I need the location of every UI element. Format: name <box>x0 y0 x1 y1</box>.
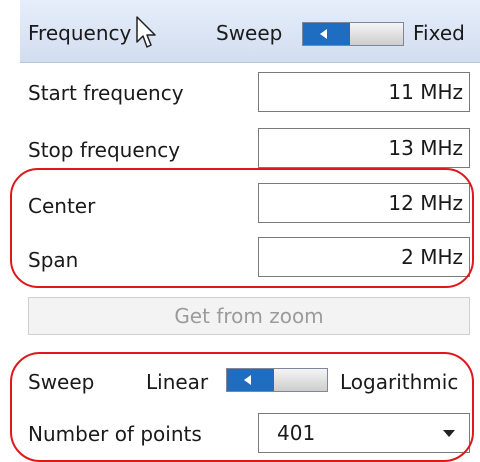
center-label: Center <box>28 194 96 218</box>
toggle-left-arrow-icon <box>227 369 274 391</box>
toggle-knob <box>274 369 327 391</box>
start-frequency-label: Start frequency <box>28 81 184 105</box>
span-input[interactable]: 2 MHz <box>258 237 470 277</box>
start-frequency-input[interactable]: 11 MHz <box>258 72 470 112</box>
sweep-logarithmic-label: Logarithmic <box>340 370 459 394</box>
frequency-title: Frequency <box>28 21 132 45</box>
frequency-header: Frequency Sweep Fixed <box>20 0 480 63</box>
sweep-type-toggle[interactable] <box>226 368 328 392</box>
frequency-mode-fixed-label: Fixed <box>413 21 465 45</box>
frequency-mode-toggle[interactable] <box>302 22 404 46</box>
toggle-knob <box>350 23 403 45</box>
get-from-zoom-button[interactable]: Get from zoom <box>28 297 470 335</box>
toggle-left-arrow-icon <box>303 23 350 45</box>
frequency-mode-sweep-label: Sweep <box>216 21 283 45</box>
number-of-points-label: Number of points <box>28 422 202 446</box>
center-input[interactable]: 12 MHz <box>258 183 470 223</box>
stop-frequency-label: Stop frequency <box>28 138 181 162</box>
chevron-down-icon <box>443 430 455 437</box>
span-label: Span <box>28 248 79 272</box>
number-of-points-value: 401 <box>277 421 316 445</box>
mouse-pointer-icon <box>136 16 156 48</box>
sweep-linear-label: Linear <box>146 370 209 394</box>
stop-frequency-input[interactable]: 13 MHz <box>258 128 470 168</box>
number-of-points-select[interactable]: 401 <box>258 413 470 453</box>
sweep-title: Sweep <box>28 370 95 394</box>
